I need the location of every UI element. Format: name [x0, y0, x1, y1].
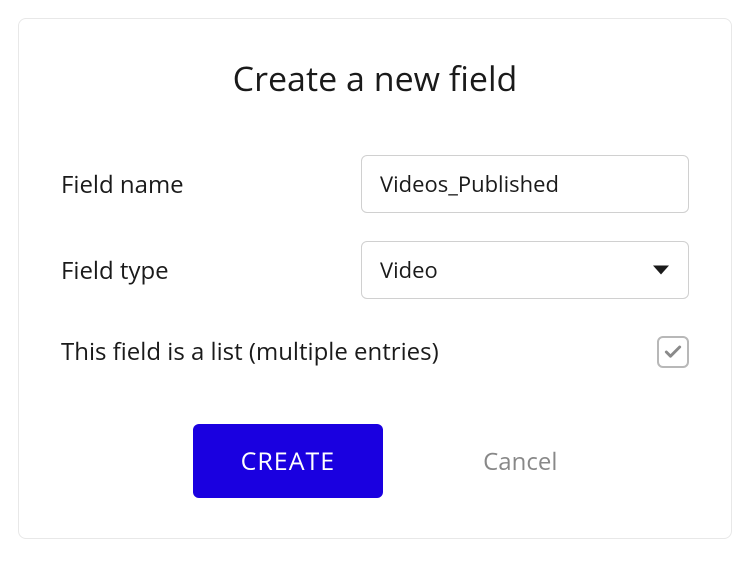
dialog-buttons: CREATE Cancel: [61, 424, 689, 498]
create-field-dialog: Create a new field Field name Field type…: [18, 18, 732, 539]
list-checkbox[interactable]: [657, 336, 689, 368]
field-name-input[interactable]: [361, 155, 689, 213]
field-type-select[interactable]: Video: [361, 241, 689, 299]
field-name-row: Field name: [61, 155, 689, 213]
dialog-title: Create a new field: [61, 55, 689, 101]
field-type-label: Field type: [61, 254, 361, 287]
field-type-row: Field type Video: [61, 241, 689, 299]
field-type-select-wrap: Video: [361, 241, 689, 299]
list-checkbox-row: This field is a list (multiple entries): [61, 335, 689, 368]
field-name-label: Field name: [61, 168, 361, 201]
check-icon: [663, 342, 683, 362]
cancel-button[interactable]: Cancel: [483, 445, 557, 478]
create-button[interactable]: CREATE: [193, 424, 384, 498]
list-checkbox-label: This field is a list (multiple entries): [61, 335, 439, 368]
